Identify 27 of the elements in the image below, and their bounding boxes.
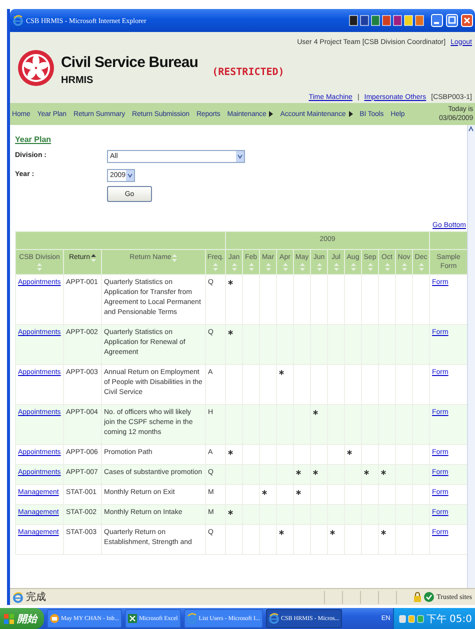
- site-subtitle: HRMIS: [61, 74, 94, 86]
- windows-flag-icon: [4, 614, 14, 624]
- classification-label: (RESTRICTED): [212, 67, 284, 78]
- browser-icon: [268, 613, 279, 624]
- start-button[interactable]: 開始: [0, 608, 44, 629]
- check-icon: [424, 592, 434, 602]
- browser-icon: [186, 613, 197, 624]
- status-text: 完成: [26, 590, 46, 604]
- envelope-icon: [50, 614, 59, 623]
- caret-icon: [126, 170, 134, 181]
- caret-icon: [236, 151, 244, 162]
- app-icon[interactable]: [349, 15, 358, 26]
- site-title: Civil Service Bureau: [61, 54, 198, 70]
- maximize-icon[interactable]: [446, 14, 458, 27]
- scroll-up-icon: [468, 125, 474, 133]
- page-icon: [13, 592, 23, 602]
- app-icon[interactable]: [360, 15, 369, 26]
- breadcrumb-link[interactable]: Year Plan: [15, 135, 52, 144]
- app-icon[interactable]: [393, 15, 402, 26]
- clock: 下午 05:0: [426, 612, 472, 626]
- lock-icon: [414, 592, 421, 602]
- browser-icon: [13, 15, 23, 26]
- close-icon[interactable]: [461, 14, 473, 27]
- spreadsheet-icon: [128, 614, 137, 623]
- sort-icon[interactable]: [91, 254, 96, 262]
- minimize-icon[interactable]: [431, 14, 443, 27]
- scrollbar[interactable]: [467, 125, 475, 588]
